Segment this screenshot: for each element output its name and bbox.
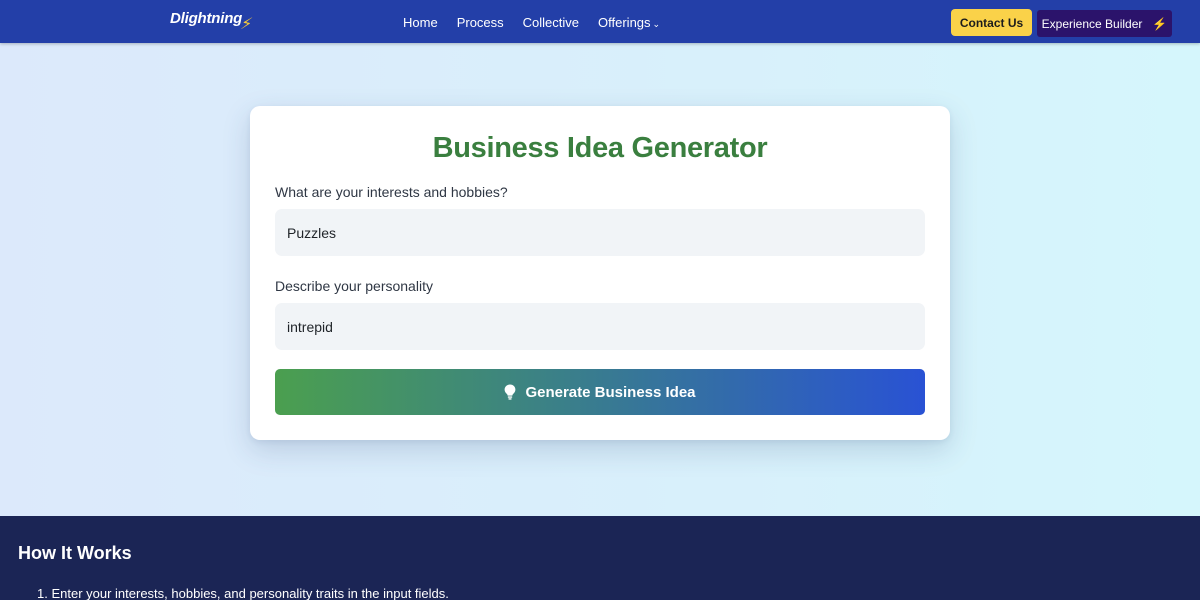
experience-builder-label: Experience Builder bbox=[1041, 16, 1143, 31]
interests-label: What are your interests and hobbies? bbox=[275, 184, 508, 200]
brand-logo[interactable]: Dlightning bbox=[170, 10, 242, 27]
nav-link-process[interactable]: Process bbox=[457, 15, 504, 30]
nav-link-collective[interactable]: Collective bbox=[523, 15, 579, 30]
how-it-works-steps: 1. Enter your interests, hobbies, and pe… bbox=[37, 586, 449, 600]
nav-link-offerings-label: Offerings bbox=[598, 15, 651, 30]
personality-label: Describe your personality bbox=[275, 278, 433, 294]
nav-links: Home Process Collective Offerings ⌄ bbox=[403, 15, 660, 30]
generate-business-idea-button[interactable]: Generate Business Idea bbox=[275, 369, 925, 415]
interests-input[interactable]: Puzzles bbox=[275, 209, 925, 256]
chevron-down-icon: ⌄ bbox=[652, 19, 661, 29]
how-it-works-section: How It Works 1. Enter your interests, ho… bbox=[0, 516, 1200, 600]
nav-link-home[interactable]: Home bbox=[403, 15, 438, 30]
how-it-works-title: How It Works bbox=[18, 543, 132, 563]
contact-us-button[interactable]: Contact Us bbox=[951, 9, 1032, 36]
personality-input[interactable]: intrepid bbox=[275, 303, 925, 350]
idea-generator-card: Business Idea Generator What are your in… bbox=[250, 106, 950, 440]
lightbulb-icon bbox=[505, 384, 516, 400]
nav-link-offerings[interactable]: Offerings ⌄ bbox=[598, 15, 660, 30]
page-title: Business Idea Generator bbox=[432, 132, 768, 164]
list-item: 1. Enter your interests, hobbies, and pe… bbox=[37, 586, 449, 600]
generate-button-label: Generate Business Idea bbox=[525, 383, 696, 401]
experience-builder-button[interactable]: Experience Builder ⚡ bbox=[1037, 10, 1172, 37]
top-navbar: Dlightning ⚡ Home Process Collective Off… bbox=[0, 0, 1200, 43]
lightning-bolt-icon: ⚡ bbox=[1152, 16, 1168, 31]
